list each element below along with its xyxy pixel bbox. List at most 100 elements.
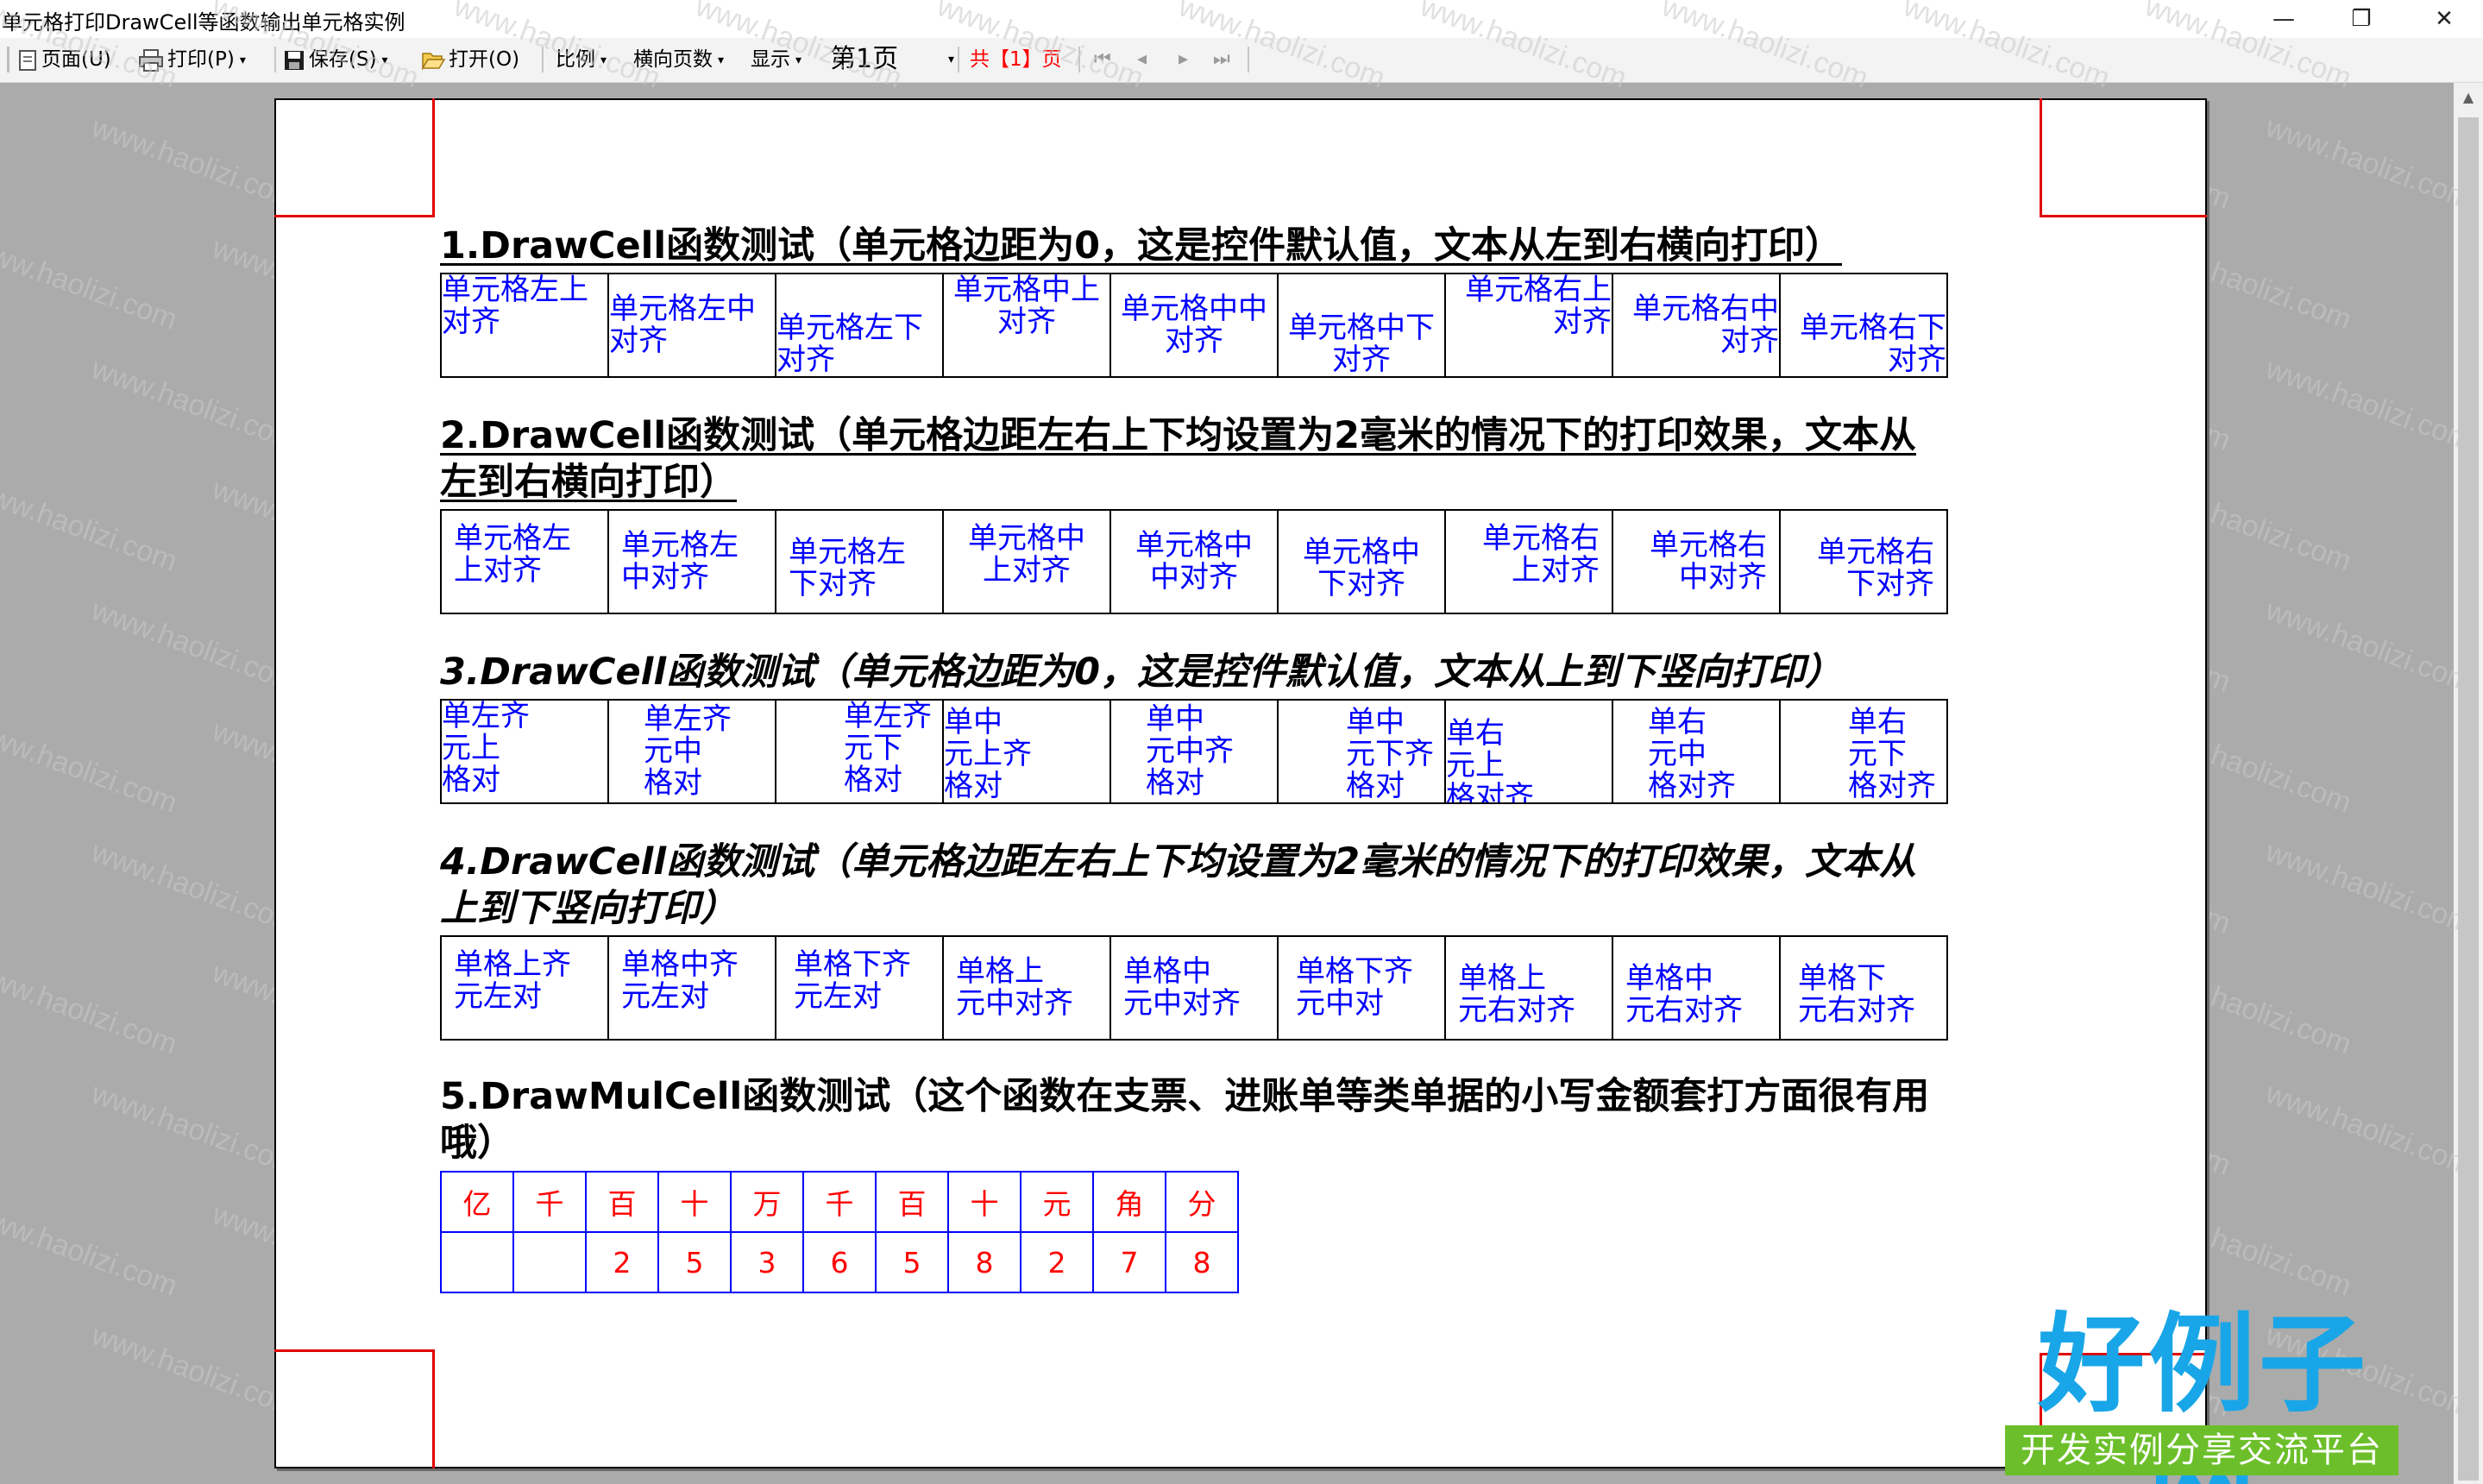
scale-dropdown[interactable]: 比例 ▾ xyxy=(556,45,607,74)
cell-text: 单中 元下齐 格对 xyxy=(1346,705,1434,803)
amount-value-cell: 6 xyxy=(802,1231,877,1293)
section-3-table: 单左齐 元上 格对 单左齐 元中 格对 单左齐 元下 格对 单中 元上齐 格对 单中 元… xyxy=(440,699,1948,804)
cell-text: 单元格右 上对齐 xyxy=(1482,521,1600,588)
print-button[interactable]: 打印(P) ▾ xyxy=(138,45,246,74)
cell-text: 单格上 元右对齐 xyxy=(1458,961,1575,1028)
table-cell: 单元格左下 对齐 xyxy=(775,273,944,378)
amount-header-cell: 万 xyxy=(730,1171,804,1233)
printer-icon xyxy=(139,48,163,72)
last-page-button[interactable]: ⏭ xyxy=(1213,45,1230,74)
scroll-up-icon[interactable]: ▲ xyxy=(2454,83,2483,112)
section-4-title-line1: 4.DrawCell函数测试（单元格边距左右上下均设置为2毫米的情况下的打印效果… xyxy=(440,840,1917,883)
table-row: 单元格左上 对齐 单元格左中 对齐 单元格左下 对齐 单元格中上 对齐 单元格中中 对齐… xyxy=(440,273,1948,378)
cell-text: 单格中 元中对齐 xyxy=(1123,954,1241,1021)
cell-text: 单元格中上 对齐 xyxy=(953,274,1100,339)
prev-page-button[interactable]: ◂ xyxy=(1137,45,1147,74)
table-cell: 单格下齐 元中对 xyxy=(1277,935,1446,1041)
watermark-text: www.haolizi.com xyxy=(87,110,303,216)
cell-text: 单右 元上 格对齐 xyxy=(1446,716,1534,803)
cell-text: 单元格左 上对齐 xyxy=(454,521,571,588)
open-button[interactable]: 打开(O) xyxy=(421,45,519,74)
amount-header-cell: 元 xyxy=(1020,1171,1094,1233)
table-cell: 单左齐 元上 格对 xyxy=(440,699,609,804)
cell-text: 单中 元中齐 格对 xyxy=(1146,701,1234,801)
cell-text: 单元格右 下对齐 xyxy=(1817,535,1934,601)
amount-header-cell: 分 xyxy=(1165,1171,1239,1233)
cell-text: 单元格右 中对齐 xyxy=(1650,528,1767,594)
vertical-scrollbar[interactable]: ▲ xyxy=(2454,83,2483,1484)
amount-value-cell: 8 xyxy=(947,1231,1021,1293)
display-dropdown[interactable]: 显示 ▾ xyxy=(751,45,801,74)
table-cell: 单格下 元右对齐 xyxy=(1779,935,1948,1041)
table-cell: 单右 元中 格对齐 xyxy=(1612,699,1781,804)
logo-main-text: 好例子网 xyxy=(2037,1303,2369,1484)
cell-text: 单左齐 元上 格对 xyxy=(442,700,530,797)
minimize-button[interactable]: — xyxy=(2245,0,2323,38)
watermark-text: www.haolizi.com xyxy=(87,1318,303,1424)
section-1-table: 单元格左上 对齐 单元格左中 对齐 单元格左下 对齐 单元格中上 对齐 单元格中中 对齐… xyxy=(440,273,1948,378)
first-page-button[interactable]: ⏮ xyxy=(1094,45,1111,74)
table-cell: 单中 元下齐 格对 xyxy=(1277,699,1446,804)
watermark-text: www.haolizi.com xyxy=(87,835,303,940)
cell-text: 单格中 元右对齐 xyxy=(1625,961,1743,1028)
watermark-text: www.haolizi.com xyxy=(0,714,182,820)
table-cell: 单格下齐 元左对 xyxy=(775,935,944,1041)
table-cell: 单元格右上 对齐 xyxy=(1444,273,1613,378)
table-row: 单左齐 元上 格对 单左齐 元中 格对 单左齐 元下 格对 单中 元上齐 格对 单中 元… xyxy=(440,699,1948,804)
table-cell: 单格上 元右对齐 xyxy=(1444,935,1613,1041)
close-button[interactable]: ✕ xyxy=(2405,0,2483,38)
amount-header-cell: 亿 xyxy=(440,1171,514,1233)
save-button[interactable]: 保存(S) ▾ xyxy=(283,45,388,74)
cell-text: 单右 元下 格对齐 xyxy=(1848,705,1936,803)
table-cell: 单右 元下 格对齐 xyxy=(1779,699,1948,804)
amount-value-cell: 7 xyxy=(1092,1231,1166,1293)
table-cell: 单元格中 中对齐 xyxy=(1109,509,1279,614)
amount-value-cell: 2 xyxy=(585,1231,659,1293)
display-label: 显示 xyxy=(751,48,790,71)
save-dropdown-icon[interactable]: ▾ xyxy=(382,53,388,67)
toolbar-grip xyxy=(7,47,9,72)
scrollbar-thumb[interactable] xyxy=(2458,117,2479,1481)
amount-header-cell: 百 xyxy=(875,1171,949,1233)
landscape-pages-label: 横向页数 xyxy=(633,48,713,71)
cell-text: 单格中齐 元左对 xyxy=(621,947,739,1014)
amount-value-cell: 8 xyxy=(1165,1231,1239,1293)
landscape-pages-dropdown[interactable]: 横向页数 ▾ xyxy=(633,45,724,74)
amount-value-cell xyxy=(512,1231,587,1293)
page-icon xyxy=(19,49,36,71)
amount-header-cell: 十 xyxy=(947,1171,1021,1233)
logo-sub-text: 开发实例分享交流平台 xyxy=(2005,1425,2398,1475)
amount-value-cell: 2 xyxy=(1020,1231,1094,1293)
page-select[interactable]: 第1页 ▾ xyxy=(830,45,954,74)
amount-value-cell: 5 xyxy=(875,1231,949,1293)
table-row: 单元格左 上对齐 单元格左 中对齐 单元格左 下对齐 单元格中 上对齐 单元格中 中对齐… xyxy=(440,509,1948,614)
floppy-disk-icon xyxy=(285,50,304,70)
folder-open-icon xyxy=(421,52,445,71)
table-cell: 单中 元中齐 格对 xyxy=(1109,699,1279,804)
table-cell: 单元格左 下对齐 xyxy=(775,509,944,614)
cell-text: 单右 元中 格对齐 xyxy=(1648,705,1736,803)
watermark-text: www.haolizi.com xyxy=(87,352,303,457)
amount-header-cell: 百 xyxy=(585,1171,659,1233)
table-cell: 单元格左上 对齐 xyxy=(440,273,609,378)
cell-text: 单元格右中 对齐 xyxy=(1632,292,1779,358)
restore-button[interactable]: ❐ xyxy=(2323,0,2400,38)
table-cell: 单格上 元中对齐 xyxy=(942,935,1111,1041)
site-logo: 好例子网 开发实例分享交流平台 xyxy=(2000,1303,2407,1484)
section-2-title-line1: 2.DrawCell函数测试（单元格边距左右上下均设置为2毫米的情况下的打印效果… xyxy=(440,414,1917,457)
watermark-text: www.haolizi.com xyxy=(0,1198,182,1303)
watermark-text: www.haolizi.com xyxy=(2261,352,2477,457)
landscape-pages-dropdown-icon: ▾ xyxy=(718,53,725,67)
watermark-text: www.haolizi.com xyxy=(2261,594,2477,699)
print-dropdown-icon[interactable]: ▾ xyxy=(240,53,246,67)
amount-value-cell: 5 xyxy=(657,1231,732,1293)
next-page-button[interactable]: ▸ xyxy=(1179,45,1188,74)
scale-dropdown-icon: ▾ xyxy=(600,53,607,67)
page-setup-button[interactable]: 页面(U) xyxy=(17,45,111,74)
toolbar-separator xyxy=(274,47,276,72)
page-content: 1.DrawCell函数测试（单元格边距为0，这是控件默认值，文本从左到右横向打… xyxy=(276,100,2205,1467)
table-cell: 单元格中中 对齐 xyxy=(1109,273,1279,378)
cell-text: 单元格左中 对齐 xyxy=(609,292,756,358)
table-cell: 单元格中上 对齐 xyxy=(942,273,1111,378)
watermark-text: www.haolizi.com xyxy=(0,473,182,578)
